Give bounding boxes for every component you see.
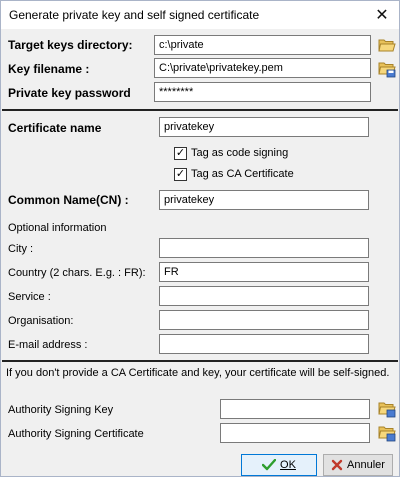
organisation-input[interactable] xyxy=(159,310,369,330)
optional-heading: Optional information xyxy=(8,222,107,234)
common-name-label: Common Name(CN) : xyxy=(8,193,129,207)
folder-save-icon xyxy=(378,62,396,78)
target-dir-browse-button[interactable] xyxy=(378,37,396,53)
window-title: Generate private key and self signed cer… xyxy=(9,8,260,22)
key-filename-browse-button[interactable] xyxy=(378,60,396,78)
city-input[interactable] xyxy=(159,238,369,258)
cancel-x-icon xyxy=(331,459,343,471)
close-icon: ✕ xyxy=(375,7,389,24)
code-signing-checkbox[interactable]: ✓ xyxy=(174,147,187,160)
common-name-input[interactable]: privatekey xyxy=(159,190,369,210)
email-label: E-mail address : xyxy=(8,339,88,351)
ok-button[interactable]: OK xyxy=(241,454,317,476)
city-label: City : xyxy=(8,243,34,255)
ca-cert-label: Tag as CA Certificate xyxy=(191,168,294,180)
country-label: Country (2 chars. E.g. : FR): xyxy=(8,267,146,279)
cancel-button[interactable]: Annuler xyxy=(323,454,393,476)
folder-open-icon xyxy=(378,426,396,442)
organisation-label: Organisation: xyxy=(8,315,74,327)
code-signing-label: Tag as code signing xyxy=(191,147,289,159)
ok-button-label: OK xyxy=(280,459,296,471)
key-filename-input[interactable]: C:\private\privatekey.pem xyxy=(154,58,371,78)
ca-cert-checkbox[interactable]: ✓ xyxy=(174,168,187,181)
country-input[interactable]: FR xyxy=(159,262,369,282)
key-filename-label: Key filename : xyxy=(8,62,90,76)
authority-cert-input[interactable] xyxy=(220,423,370,443)
check-icon xyxy=(262,459,277,471)
authority-key-input[interactable] xyxy=(220,399,370,419)
separator xyxy=(2,109,398,111)
password-input[interactable]: ******** xyxy=(154,82,371,102)
folder-open-icon xyxy=(378,39,396,52)
authority-cert-browse-button[interactable] xyxy=(378,424,396,442)
password-label: Private key password xyxy=(8,86,131,100)
title-bar: Generate private key and self signed cer… xyxy=(1,1,399,29)
folder-open-icon xyxy=(378,402,396,418)
service-label: Service : xyxy=(8,291,51,303)
service-input[interactable] xyxy=(159,286,369,306)
cancel-button-label: Annuler xyxy=(347,459,385,471)
authority-key-label: Authority Signing Key xyxy=(8,404,114,416)
target-dir-input[interactable]: c:\private xyxy=(154,35,371,55)
cert-name-input[interactable]: privatekey xyxy=(159,117,369,137)
close-button[interactable]: ✕ xyxy=(371,4,393,26)
dialog-window: Generate private key and self signed cer… xyxy=(0,0,400,477)
self-signed-note: If you don't provide a CA Certificate an… xyxy=(6,367,390,379)
cert-name-label: Certificate name xyxy=(8,121,102,135)
target-dir-label: Target keys directory: xyxy=(8,38,133,52)
authority-cert-label: Authority Signing Certificate xyxy=(8,428,144,440)
authority-key-browse-button[interactable] xyxy=(378,400,396,418)
separator xyxy=(2,360,398,362)
email-input[interactable] xyxy=(159,334,369,354)
